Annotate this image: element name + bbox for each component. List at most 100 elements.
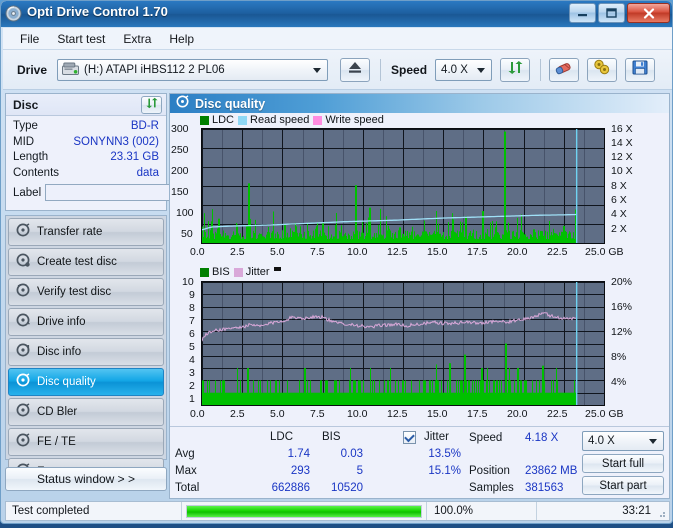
sidebar-item-fe-te[interactable]: FE / TE [8, 428, 164, 456]
sidebar-item-disc-quality[interactable]: Disc quality [8, 368, 164, 396]
legend-swatch-read-speed [238, 115, 248, 125]
refresh-icon [507, 60, 524, 80]
menu-item-file[interactable]: File [11, 30, 48, 48]
toolbar-separator-2 [540, 58, 542, 81]
sidebar-nav: Transfer rate Create test disc Verify te… [5, 215, 167, 486]
chevron-down-icon[interactable] [313, 67, 322, 73]
test-speed-select[interactable]: 4.0 X [582, 431, 664, 451]
progress-fill [187, 505, 421, 517]
eraser-button[interactable] [549, 57, 580, 82]
save-button[interactable] [625, 57, 656, 82]
ytick-left: 250 [171, 144, 189, 156]
sidebar-item-disc-info[interactable]: Disc info [8, 338, 164, 366]
disc-label-row: Label [13, 183, 250, 202]
sidebar-item-label: Create test disc [37, 256, 117, 268]
legend-label-jitter: Jitter [245, 266, 270, 278]
ytick-right: 10 X [611, 165, 633, 177]
jitter-checkbox[interactable] [403, 431, 416, 444]
xtick: 2.5 [230, 246, 245, 258]
menu-item-start-test[interactable]: Start test [48, 30, 114, 48]
plot-area-bis[interactable] [201, 281, 605, 406]
ytick-left: 300 [171, 123, 189, 135]
sidebar-item-drive-info[interactable]: Drive info [8, 308, 164, 336]
disc-row-contents: Contents data [13, 166, 159, 182]
ytick-right: 16% [611, 301, 633, 313]
minimize-button[interactable] [569, 3, 596, 23]
speed-label: Speed [391, 62, 428, 77]
legend-label-ldc: LDC [212, 114, 235, 126]
disc-icon [16, 343, 30, 362]
xtick: 25.0 GB [585, 246, 624, 258]
disc-length-label: Length [13, 151, 49, 163]
window-title: Opti Drive Control 1.70 [27, 4, 168, 19]
menu-bar: File Start test Extra Help [3, 28, 672, 50]
speed-stat-value: 4.18 X [525, 432, 559, 444]
disc-contents-value: data [136, 166, 159, 179]
disc-box-title: Disc [13, 97, 39, 112]
tools-icon [593, 59, 611, 80]
chevron-down-icon[interactable] [477, 67, 486, 73]
disc-type-value: BD-R [130, 120, 159, 132]
status-window-button[interactable]: Status window > > [5, 467, 167, 491]
disc-icon [16, 253, 30, 272]
legend-entry-bis: BIS [200, 266, 230, 278]
legend-swatch-write-speed [313, 115, 323, 125]
disc-refresh-button[interactable] [141, 96, 162, 114]
chart-bottom-legend: BIS Jitter [200, 266, 281, 278]
ytick-right: 8% [611, 351, 627, 363]
drive-value: (H:) ATAPI iHBS112 2 PL06 [84, 63, 225, 76]
legend-swatch-bis [200, 267, 209, 277]
chevron-down-icon[interactable] [649, 439, 657, 444]
tools-button[interactable] [587, 57, 618, 82]
sidebar-item-cd-bler[interactable]: CD Bler [8, 398, 164, 426]
menu-item-help[interactable]: Help [160, 30, 203, 48]
refresh-button[interactable] [500, 57, 531, 82]
speed-value: 4.0 X [441, 63, 468, 76]
ldc-avg: 1.74 [287, 448, 310, 460]
disc-box-header: Disc [6, 94, 166, 116]
chart-bis-jitter: BIS Jitter 10 9 8 7 6 5 4 3 2 1 20% 16% … [170, 265, 669, 426]
ytick-left: 3 [189, 367, 195, 379]
plot-area-ldc[interactable] [201, 128, 605, 244]
sidebar-item-label: Disc quality [37, 376, 96, 388]
resize-grip-icon[interactable] [656, 508, 666, 518]
sidebar-item-transfer-rate[interactable]: Transfer rate [8, 218, 164, 246]
bis-avg: 0.03 [340, 448, 363, 460]
xtick: 0.0 [190, 408, 205, 420]
sidebar-item-create-test-disc[interactable]: Create test disc [8, 248, 164, 276]
sidebar-item-verify-test-disc[interactable]: Verify test disc [8, 278, 164, 306]
maximize-button[interactable] [598, 3, 625, 23]
ytick-left: 5 [189, 341, 195, 353]
ytick-left: 150 [171, 186, 189, 198]
eject-button[interactable] [340, 57, 371, 82]
disc-mid-label: MID [13, 135, 35, 148]
xtick: 17.5 [467, 408, 488, 420]
disc-icon [5, 5, 22, 22]
speed-select[interactable]: 4.0 X [435, 58, 493, 81]
legend-entry-write-speed: Write speed [313, 114, 384, 126]
drive-select[interactable]: (H:) ATAPI iHBS112 2 PL06 [57, 58, 329, 81]
left-panel: Disc Type BD-R MID SONYNN3 (002) Length … [5, 93, 250, 499]
menu-item-extra[interactable]: Extra [114, 30, 160, 48]
xtick: 5.0 [270, 408, 285, 420]
disc-icon [16, 372, 30, 392]
close-button[interactable] [627, 3, 670, 23]
sidebar-item-label: CD Bler [37, 406, 78, 418]
ytick-left: 100 [176, 207, 194, 219]
content-title: Disc quality [195, 96, 266, 111]
ldc-total: 662886 [271, 482, 310, 494]
disc-length-value: 23.31 GB [110, 151, 159, 163]
start-part-button[interactable]: Start part [582, 476, 664, 495]
legend-entry-read-speed: Read speed [238, 114, 309, 126]
start-full-button[interactable]: Start full [582, 454, 664, 473]
ytick-left: 4 [189, 354, 195, 366]
legend-marker-icon [273, 267, 281, 271]
sidebar-item-label: Disc info [37, 346, 82, 358]
disc-icon [16, 222, 30, 242]
ytick-right: 12% [611, 326, 633, 338]
xtick: 0.0 [190, 246, 205, 258]
ytick-right: 8 X [611, 180, 627, 192]
refresh-icon [145, 96, 159, 114]
xtick: 7.5 [310, 408, 325, 420]
speed-stat-label: Speed [469, 432, 503, 444]
